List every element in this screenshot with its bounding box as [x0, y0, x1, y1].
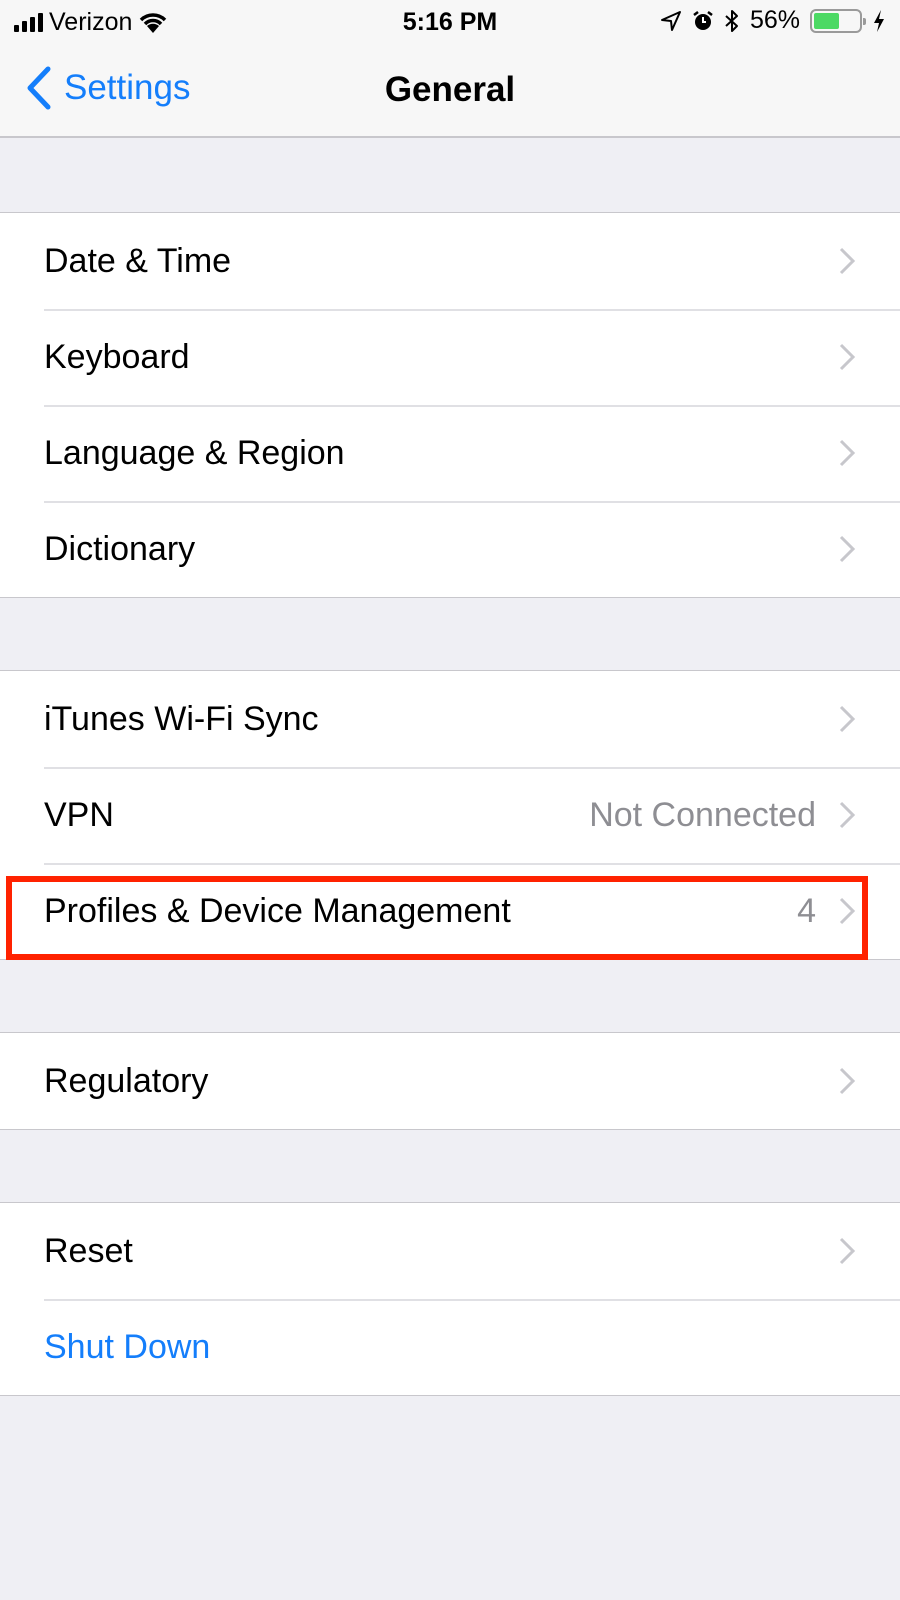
battery-icon [810, 8, 866, 33]
row-label: Profiles & Device Management [44, 891, 511, 930]
chevron-right-icon [839, 247, 856, 275]
settings-group-1: Date & Time Keyboard Language & Region D… [0, 212, 900, 598]
charging-icon [874, 9, 884, 32]
bluetooth-icon [725, 9, 738, 32]
status-right: 56% [660, 6, 886, 35]
chevron-right-icon [839, 343, 856, 371]
alarm-icon [693, 10, 713, 30]
row-label: Keyboard [44, 337, 190, 376]
status-bar: Verizon 5:16 PM 56% [0, 0, 900, 44]
row-label: Shut Down [44, 1327, 211, 1366]
row-date-time[interactable]: Date & Time [0, 213, 900, 309]
row-label: VPN [44, 795, 114, 834]
location-icon [660, 10, 681, 31]
chevron-right-icon [839, 1237, 856, 1265]
row-label: Regulatory [44, 1061, 209, 1100]
settings-group-2: iTunes Wi-Fi Sync VPN Not Connected Prof… [0, 670, 900, 960]
battery-percent: 56% [749, 6, 800, 34]
row-label: iTunes Wi-Fi Sync [44, 699, 319, 738]
settings-group-4: Reset Shut Down [0, 1202, 900, 1396]
battery-fill [814, 12, 839, 29]
chevron-right-icon [839, 705, 856, 733]
row-reset[interactable]: Reset [0, 1203, 900, 1299]
row-vpn[interactable]: VPN Not Connected [0, 767, 900, 863]
chevron-right-icon [839, 535, 856, 563]
row-regulatory[interactable]: Regulatory [0, 1033, 900, 1129]
row-language-region[interactable]: Language & Region [0, 405, 900, 501]
top-bar: Verizon 5:16 PM 56% Settings General [0, 0, 900, 138]
row-keyboard[interactable]: Keyboard [0, 309, 900, 405]
navigation-bar: Settings General [0, 44, 900, 136]
page-title: General [384, 70, 516, 109]
chevron-right-icon [839, 1067, 856, 1095]
row-label: Language & Region [44, 433, 345, 472]
chevron-right-icon [839, 439, 856, 467]
row-label: Dictionary [44, 529, 196, 568]
row-value: Not Connected [589, 795, 816, 834]
chevron-right-icon [839, 801, 856, 829]
settings-group-3: Regulatory [0, 1032, 900, 1130]
row-profiles-device-management[interactable]: Profiles & Device Management 4 [0, 863, 900, 959]
row-label: Reset [44, 1231, 133, 1270]
chevron-right-icon [839, 897, 856, 925]
row-label: Date & Time [44, 241, 232, 280]
shut-down-button[interactable]: Shut Down [0, 1299, 900, 1395]
row-itunes-wifi-sync[interactable]: iTunes Wi-Fi Sync [0, 671, 900, 767]
battery-tip [863, 17, 866, 25]
row-value: 4 [797, 891, 816, 930]
row-dictionary[interactable]: Dictionary [0, 501, 900, 597]
